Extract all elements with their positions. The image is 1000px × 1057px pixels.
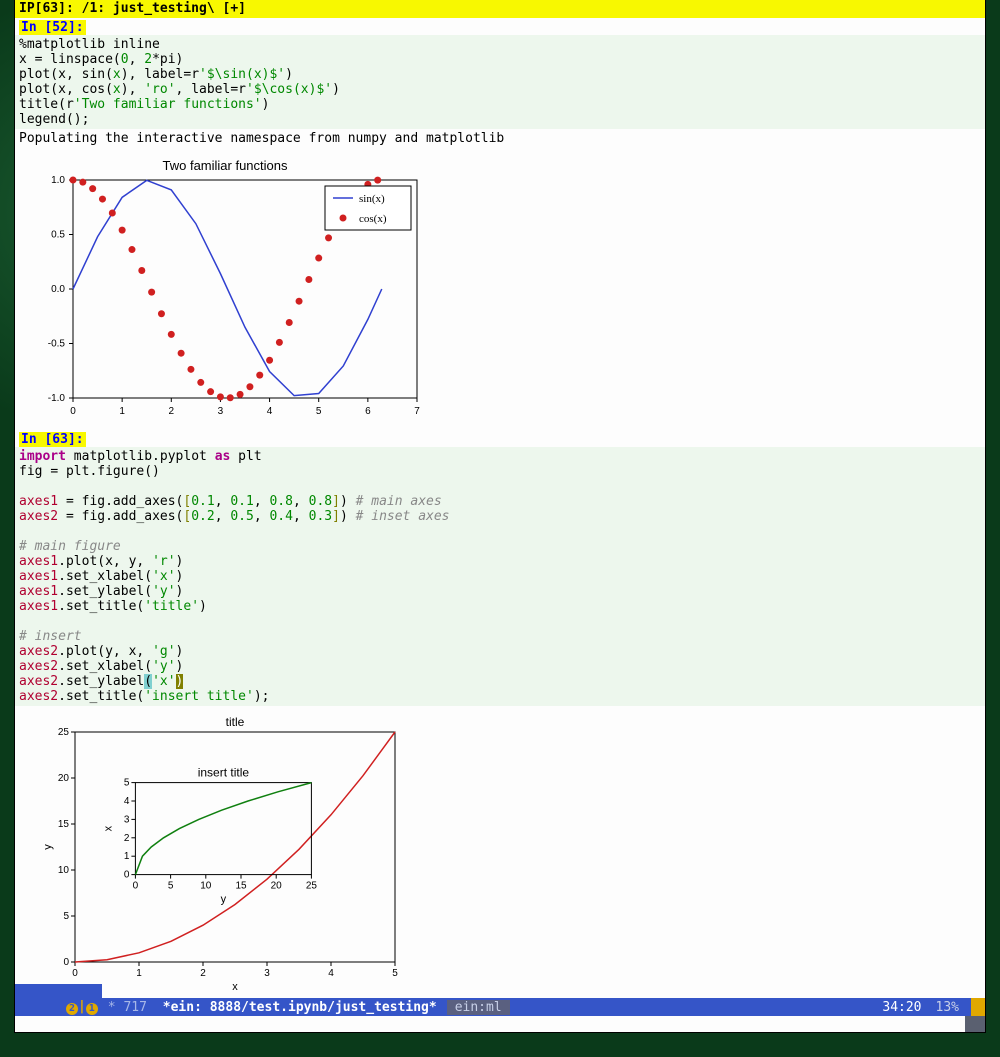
minibuffer-end-chip <box>965 1016 985 1032</box>
code-line: fig = plt.figure() <box>19 464 160 479</box>
svg-text:5: 5 <box>63 911 69 922</box>
svg-text:10: 10 <box>200 881 212 892</box>
code-line: plot(x, sin(x), label=r'$\sin(x)$') <box>19 67 293 82</box>
svg-text:-0.5: -0.5 <box>48 339 66 350</box>
window-number-icon: 1 <box>86 1003 98 1015</box>
svg-text:0: 0 <box>63 957 69 968</box>
svg-text:Two familiar functions: Two familiar functions <box>163 158 288 173</box>
modeline-buffer-name[interactable]: *ein: 8888/test.ipynb/just_testing* <box>161 1000 439 1015</box>
code-line: axes2.set_ylabel('x') <box>19 674 183 689</box>
svg-text:0.5: 0.5 <box>51 230 65 241</box>
tab-bar[interactable]: IP[63]: /1: just_testing\ [+] <box>15 0 985 18</box>
svg-text:y: y <box>42 844 54 850</box>
svg-text:x: x <box>102 825 114 831</box>
notebook-content[interactable]: In [52]: %matplotlib inline x = linspace… <box>15 18 985 1000</box>
code-line: # insert <box>19 629 82 644</box>
cell-52-stdout: Populating the interactive namespace fro… <box>15 129 985 148</box>
code-line: axes2.plot(y, x, 'g') <box>19 644 183 659</box>
svg-text:3: 3 <box>124 814 130 825</box>
svg-text:cos(x): cos(x) <box>359 213 387 225</box>
svg-text:4: 4 <box>328 968 334 979</box>
cell-52-figure: Two familiar functions 0 1 2 3 4 5 6 7 -1.0 -0.5 0.… <box>25 156 985 426</box>
modeline-major-mode[interactable]: ein:ml <box>447 1000 510 1015</box>
svg-text:2: 2 <box>169 406 175 417</box>
svg-text:2: 2 <box>200 968 206 979</box>
svg-text:4: 4 <box>267 406 273 417</box>
svg-text:15: 15 <box>235 881 247 892</box>
code-line: axes1.set_title('title') <box>19 599 207 614</box>
svg-text:5: 5 <box>124 778 130 789</box>
svg-text:sin(x): sin(x) <box>359 193 385 205</box>
svg-text:title: title <box>226 715 245 729</box>
modeline-position: 34:20 <box>876 1000 927 1015</box>
svg-text:15: 15 <box>58 819 70 830</box>
svg-text:20: 20 <box>271 881 283 892</box>
code-line: title(r'Two familiar functions') <box>19 97 269 112</box>
svg-text:1.0: 1.0 <box>51 175 65 186</box>
code-line: axes1.set_xlabel('x') <box>19 569 183 584</box>
svg-text:2: 2 <box>124 833 130 844</box>
svg-text:1: 1 <box>124 851 130 862</box>
svg-text:10: 10 <box>58 865 70 876</box>
svg-text:25: 25 <box>306 881 318 892</box>
matching-paren-open: ( <box>144 674 152 689</box>
svg-text:y: y <box>221 894 227 906</box>
svg-text:0: 0 <box>72 968 78 979</box>
cell-prompt-52: In [52]: <box>19 20 86 35</box>
svg-text:-1.0: -1.0 <box>48 393 66 404</box>
svg-text:0: 0 <box>124 870 130 881</box>
svg-text:4: 4 <box>124 796 130 807</box>
emacs-window: IP[63]: /1: just_testing\ [+] In [52]: %… <box>15 0 985 1032</box>
cell-63-figure: 0 1 2 3 4 5 0 5 10 15 20 25 title x y 0 5 10 15 20 25 0 1 2 3 4 5 i… <box>23 710 985 1000</box>
svg-text:5: 5 <box>168 881 174 892</box>
modeline-modified: * 717 <box>102 1000 161 1015</box>
code-line: axes2.set_xlabel('y') <box>19 659 183 674</box>
svg-text:insert title: insert title <box>198 766 250 780</box>
code-line: legend(); <box>19 112 89 127</box>
code-line: axes1.plot(x, y, 'r') <box>19 554 183 569</box>
cursor: ) <box>176 674 184 689</box>
svg-text:1: 1 <box>119 406 125 417</box>
code-line: axes2 = fig.add_axes([0.2, 0.5, 0.4, 0.3… <box>19 509 450 524</box>
cell-52-code[interactable]: %matplotlib inline x = linspace(0, 2*pi)… <box>15 35 985 129</box>
code-line: plot(x, cos(x), 'ro', label=r'$\cos(x)$'… <box>19 82 340 97</box>
modeline-end-chip <box>971 998 985 1016</box>
modeline-percent: 13% <box>928 1000 967 1015</box>
code-line: axes2.set_title('insert title'); <box>19 689 269 704</box>
svg-text:0: 0 <box>133 881 139 892</box>
svg-text:3: 3 <box>218 406 224 417</box>
cell-prompt-63: In [63]: <box>19 432 86 447</box>
code-line: axes1 = fig.add_axes([0.1, 0.1, 0.8, 0.8… <box>19 494 442 509</box>
svg-text:x: x <box>232 981 238 993</box>
code-line: import matplotlib.pyplot as plt <box>19 449 262 464</box>
code-line: x = linspace(0, 2*pi) <box>19 52 183 67</box>
svg-text:3: 3 <box>264 968 270 979</box>
code-line: # main figure <box>19 539 121 554</box>
svg-text:25: 25 <box>58 727 70 738</box>
svg-text:6: 6 <box>365 406 371 417</box>
minibuffer[interactable] <box>15 1016 985 1032</box>
cell-63-code[interactable]: import matplotlib.pyplot as plt fig = pl… <box>15 447 985 706</box>
modeline[interactable]: 2|1 * 717 *ein: 8888/test.ipynb/just_tes… <box>15 998 985 1016</box>
code-line: axes1.set_ylabel('y') <box>19 584 183 599</box>
window-number-icon: 2 <box>66 1003 78 1015</box>
code-line: %matplotlib inline <box>19 37 160 52</box>
svg-text:0.0: 0.0 <box>51 284 65 295</box>
svg-text:5: 5 <box>316 406 322 417</box>
svg-text:7: 7 <box>414 406 420 417</box>
svg-text:1: 1 <box>136 968 142 979</box>
svg-text:5: 5 <box>392 968 398 979</box>
svg-text:0: 0 <box>70 406 76 417</box>
svg-text:20: 20 <box>58 773 70 784</box>
